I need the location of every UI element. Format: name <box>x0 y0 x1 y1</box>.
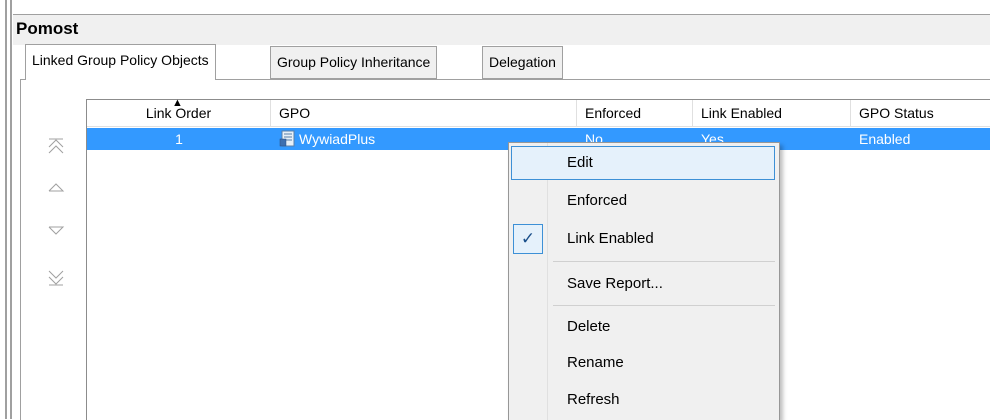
column-header-gpo-status[interactable]: GPO Status <box>851 100 990 126</box>
menu-separator <box>553 305 775 306</box>
window-border-left <box>5 0 7 419</box>
menu-item-link-enabled[interactable]: Link Enabled <box>511 222 775 256</box>
move-up-button[interactable] <box>44 176 68 200</box>
menu-item-edit[interactable]: Edit <box>511 146 775 180</box>
page-title: Pomost <box>16 19 79 38</box>
column-header-gpo[interactable]: GPO <box>271 100 577 126</box>
tab-delegation[interactable]: Delegation <box>482 46 563 79</box>
sort-ascending-icon: ▲ <box>172 97 183 109</box>
menu-item-refresh[interactable]: Refresh <box>511 383 775 417</box>
header-bar: Pomost <box>13 14 990 45</box>
move-to-bottom-icon <box>48 270 64 286</box>
move-to-bottom-button[interactable] <box>44 266 68 290</box>
menu-item-delete[interactable]: Delete <box>511 310 775 344</box>
move-up-icon <box>48 183 65 192</box>
move-down-icon <box>48 226 65 235</box>
column-header-enforced[interactable]: Enforced <box>577 100 693 126</box>
column-header-link-enabled[interactable]: Link Enabled <box>693 100 851 126</box>
menu-separator <box>553 261 775 262</box>
tab-gp-inheritance[interactable]: Group Policy Inheritance <box>270 46 438 79</box>
move-to-top-button[interactable] <box>44 134 68 158</box>
column-header-link-order[interactable]: ▲ Link Order <box>87 97 271 126</box>
grid-header: ▲ Link Order GPO Enforced Link Enabled G… <box>87 97 990 127</box>
move-down-button[interactable] <box>44 218 68 242</box>
menu-item-enforced[interactable]: Enforced <box>511 184 775 218</box>
move-to-top-icon <box>48 138 64 154</box>
cell-gpo-status: Enabled <box>859 131 911 147</box>
context-menu: Edit Enforced ✓ Link Enabled Save Report… <box>508 142 780 420</box>
window-border-inner <box>10 0 12 419</box>
menu-item-save-report[interactable]: Save Report... <box>511 267 775 301</box>
tab-linked-gpos[interactable]: Linked Group Policy Objects <box>25 44 216 80</box>
menu-item-rename[interactable]: Rename <box>511 346 775 380</box>
cell-link-order: 1 <box>175 131 183 147</box>
gpo-icon <box>279 128 299 150</box>
